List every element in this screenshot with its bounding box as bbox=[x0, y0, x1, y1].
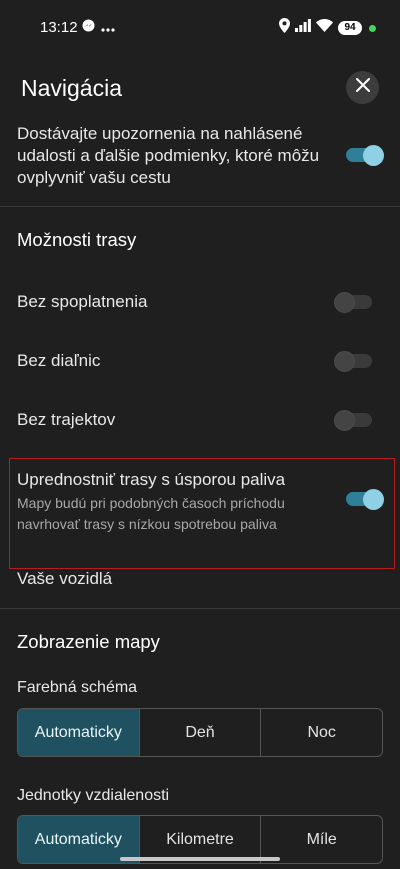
alerts-toggle[interactable] bbox=[344, 145, 384, 166]
color-scheme-label: Farebná schéma bbox=[17, 679, 138, 696]
status-time: 13:12 bbox=[40, 19, 78, 36]
avoid-ferries-label: Bez trajektov bbox=[17, 410, 116, 429]
divider bbox=[0, 608, 400, 609]
fuel-efficient-label: Uprednostniť trasy s úsporou paliva bbox=[17, 470, 286, 489]
avoid-tolls-label: Bez spoplatnenia bbox=[17, 292, 148, 311]
color-scheme-selector: Automaticky Deň Noc bbox=[17, 708, 383, 757]
fuel-efficient-toggle[interactable] bbox=[344, 489, 384, 510]
color-scheme-option-night[interactable]: Noc bbox=[260, 709, 382, 756]
distance-units-option-auto[interactable]: Automaticky bbox=[18, 816, 139, 863]
battery-indicator: 94 bbox=[338, 21, 362, 35]
map-display-title: Zobrazenie mapy bbox=[17, 631, 160, 652]
distance-units-option-kilometers[interactable]: Kilometre bbox=[138, 816, 261, 863]
messenger-icon bbox=[82, 19, 95, 37]
signal-icon bbox=[295, 19, 311, 37]
avoid-highways-label: Bez diaľnic bbox=[17, 351, 101, 370]
distance-units-option-miles[interactable]: Míle bbox=[260, 816, 382, 863]
route-options-title: Možnosti trasy bbox=[17, 229, 137, 250]
wifi-icon bbox=[316, 19, 333, 37]
close-icon bbox=[355, 78, 370, 97]
home-indicator[interactable] bbox=[120, 857, 280, 861]
divider bbox=[0, 206, 400, 207]
location-icon bbox=[279, 18, 290, 38]
alerts-setting-label: Dostávajte upozornenia na nahlásené udal… bbox=[17, 124, 320, 187]
distance-units-label: Jednotky vzdialenosti bbox=[17, 787, 170, 804]
close-button[interactable] bbox=[346, 71, 379, 104]
avoid-highways-toggle[interactable] bbox=[334, 351, 374, 372]
avoid-ferries-toggle[interactable] bbox=[334, 410, 374, 431]
avoid-tolls-toggle[interactable] bbox=[334, 292, 374, 313]
status-bar: 13:12 94 bbox=[0, 0, 400, 56]
page-title: Navigácia bbox=[21, 75, 122, 101]
more-notifications-icon bbox=[101, 19, 115, 37]
fuel-efficient-description: Mapy budú pri podobných časoch príchodu … bbox=[17, 495, 285, 532]
color-scheme-option-auto[interactable]: Automaticky bbox=[18, 709, 139, 756]
your-vehicles-link[interactable]: Vaše vozidlá bbox=[17, 568, 112, 590]
privacy-indicator-dot bbox=[369, 24, 376, 32]
color-scheme-option-day[interactable]: Deň bbox=[138, 709, 261, 756]
